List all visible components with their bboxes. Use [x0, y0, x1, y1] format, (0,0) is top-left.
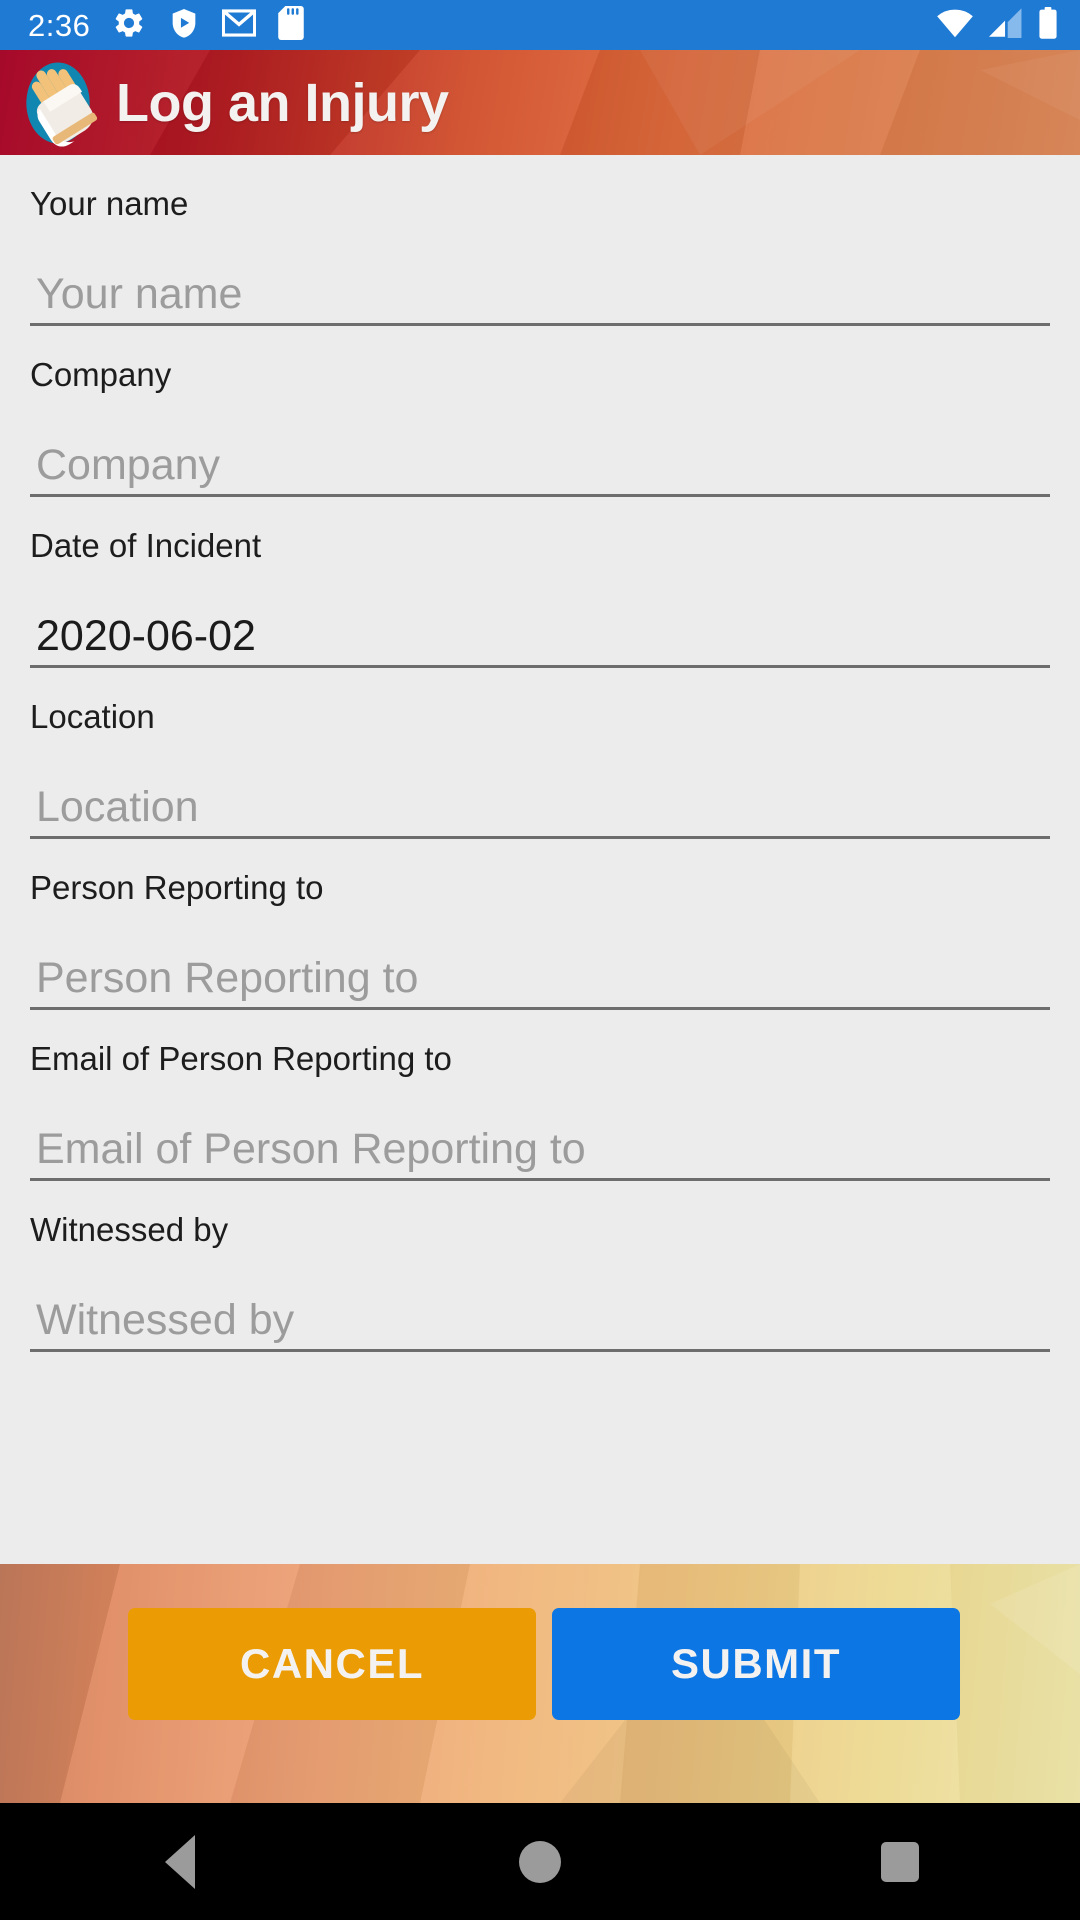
status-bar-system-icons [936, 6, 1058, 44]
field-underline-your-name [30, 262, 1050, 326]
field-underline-witnessed-by [30, 1288, 1050, 1352]
field-label-email-of-person-reporting-to: Email of Person Reporting to [30, 1040, 452, 1077]
field-witnessed-by: Witnessed by [30, 1181, 1050, 1352]
email-of-person-reporting-to-input[interactable] [36, 1126, 1050, 1178]
bandaged-hand-logo-icon [14, 59, 102, 147]
square-recents-icon [881, 1841, 919, 1882]
gmail-icon [222, 8, 257, 43]
location-input[interactable] [36, 784, 1050, 836]
action-button-row: CANCEL SUBMIT [0, 1564, 1080, 1720]
witnessed-by-input[interactable] [36, 1297, 1050, 1349]
field-underline-person-reporting-to [30, 946, 1050, 1010]
injury-form[interactable]: Your name Company Date of Incident Locat… [0, 155, 1080, 1564]
battery-icon [1038, 6, 1058, 44]
cancel-button[interactable]: CANCEL [128, 1608, 536, 1720]
play-protect-shield-icon [168, 6, 200, 45]
cellular-signal-icon [989, 7, 1023, 43]
field-label-person-reporting-to: Person Reporting to [30, 869, 324, 906]
field-label-location: Location [30, 698, 155, 735]
your-name-input[interactable] [36, 271, 1050, 323]
company-input[interactable] [36, 442, 1050, 494]
circle-home-icon [519, 1840, 561, 1883]
action-bar: CANCEL SUBMIT [0, 1564, 1080, 1803]
field-email-of-person-reporting-to: Email of Person Reporting to [30, 1010, 1050, 1181]
person-reporting-to-input[interactable] [36, 955, 1050, 1007]
gear-icon [112, 6, 146, 45]
date-of-incident-input[interactable] [36, 613, 1050, 665]
app-header: Log an Injury [0, 50, 1080, 155]
wifi-icon [936, 8, 974, 43]
field-label-date-of-incident: Date of Incident [30, 527, 262, 564]
submit-button[interactable]: SUBMIT [552, 1608, 960, 1720]
nav-recents-button[interactable] [840, 1803, 960, 1920]
android-navigation-bar [0, 1803, 1080, 1920]
field-label-your-name: Your name [30, 185, 189, 222]
field-underline-email-of-person-reporting-to [30, 1117, 1050, 1181]
field-date-of-incident: Date of Incident [30, 497, 1050, 668]
nav-home-button[interactable] [480, 1803, 600, 1920]
triangle-back-icon [165, 1834, 195, 1889]
status-bar-clock: 2:36 [28, 7, 91, 43]
field-location: Location [30, 668, 1050, 839]
field-your-name: Your name [30, 155, 1050, 326]
status-bar-notification-icons [112, 5, 936, 45]
field-underline-location [30, 775, 1050, 839]
field-label-company: Company [30, 356, 172, 393]
field-person-reporting-to: Person Reporting to [30, 839, 1050, 1010]
nav-back-button[interactable] [120, 1803, 240, 1920]
field-underline-company [30, 433, 1050, 497]
phone-screen: 2:36 Log an Injury Your name Your name C… [0, 0, 1080, 1920]
status-bar: 2:36 [0, 0, 1080, 50]
sd-card-icon [278, 5, 305, 45]
field-underline-date-of-incident [30, 604, 1050, 668]
field-label-witnessed-by: Witnessed by [30, 1211, 229, 1248]
page-title: Log an Injury [116, 72, 449, 133]
field-company: Company [30, 326, 1050, 497]
